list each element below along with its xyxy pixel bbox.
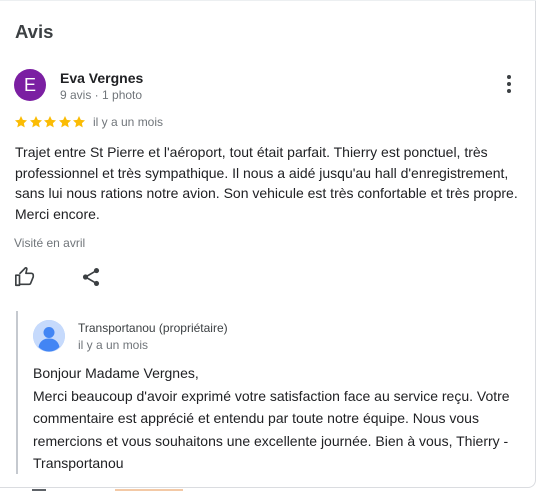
reviewer-name[interactable]: Eva Vergnes: [60, 70, 143, 86]
reviewer-meta: 9 avis · 1 photo: [60, 88, 143, 102]
review-date: il y a un mois: [93, 115, 164, 129]
star-icon: [43, 116, 57, 128]
reply-line: commentaire est apprécié et entendu par …: [33, 410, 479, 426]
reply-line: Merci beaucoup d'avoir exprimé votre sat…: [33, 387, 510, 404]
share-button[interactable]: [80, 266, 102, 288]
share-icon: [82, 268, 100, 286]
reviews-panel: Avis E Eva Vergnes 9 avis · 1 photo il y…: [0, 0, 536, 488]
reply-line: Transportanou: [33, 455, 124, 471]
more-vert-icon: [507, 75, 511, 79]
owner-name: Transportanou (propriétaire): [78, 321, 228, 335]
reply-line: Bonjour Madame Vergnes,: [33, 365, 199, 381]
star-icon: [58, 116, 71, 128]
owner-reply-text: Bonjour Madame Vergnes, Merci beaucoup d…: [33, 362, 527, 475]
owner-avatar: [33, 320, 65, 352]
thumb-up-icon: [15, 267, 35, 287]
reply-line: remercions et vous souhaitons une excell…: [33, 432, 509, 449]
star-icon: [72, 116, 86, 128]
star-rating: [14, 115, 87, 129]
owner-reply-date: il y a un mois: [78, 338, 149, 352]
top-divider: [0, 0, 536, 1]
reply-divider: [16, 311, 18, 474]
visited-date: Visité en avril: [14, 236, 86, 250]
star-icon: [29, 116, 42, 128]
review-text: Trajet entre St Pierre et l'aéroport, to…: [15, 144, 518, 223]
reviewer-avatar[interactable]: E: [14, 69, 46, 101]
like-button[interactable]: [14, 266, 36, 288]
star-icon: [14, 116, 28, 128]
section-title: Avis: [15, 21, 54, 42]
more-options-button[interactable]: [501, 75, 517, 97]
person-icon: [33, 320, 65, 352]
